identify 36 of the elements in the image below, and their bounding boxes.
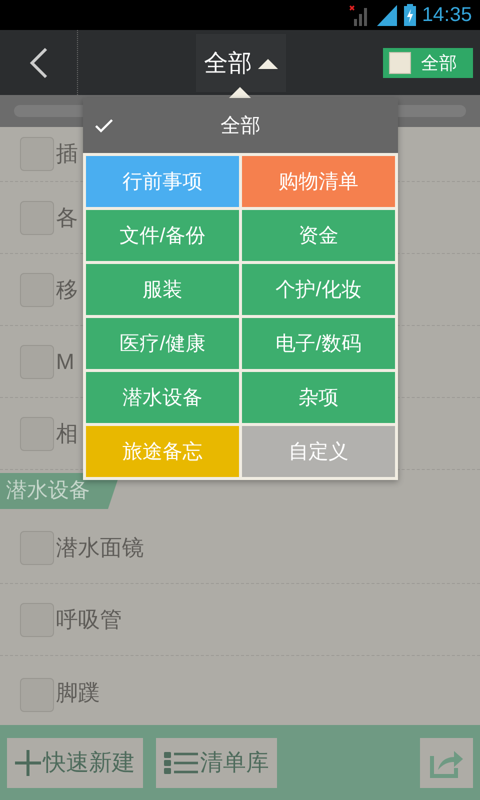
list-icon [164, 752, 198, 774]
category-option[interactable]: 自定义 [242, 426, 395, 477]
checkmark-icon [95, 118, 113, 132]
plus-icon [15, 750, 41, 776]
category-option[interactable]: 资金 [242, 210, 395, 261]
item-label: 呼吸管 [56, 606, 122, 634]
share-button[interactable] [420, 738, 473, 788]
all-categories-option[interactable]: 全部 [83, 98, 398, 153]
caret-up-icon [258, 56, 278, 68]
category-option[interactable]: 医疗/健康 [86, 318, 239, 369]
quick-add-button[interactable]: 快速新建 [7, 738, 143, 788]
category-option[interactable]: 个护/化妆 [242, 264, 395, 315]
category-option[interactable]: 购物清单 [242, 156, 395, 207]
category-option[interactable]: 服装 [86, 264, 239, 315]
select-all-toggle[interactable]: 全部 [383, 48, 473, 78]
clock-time: 14:35 [422, 4, 472, 26]
back-icon [30, 48, 48, 78]
section-header: 潜水设备 [0, 473, 120, 509]
category-option[interactable]: 电子/数码 [242, 318, 395, 369]
category-option[interactable]: 文件/备份 [86, 210, 239, 261]
category-option[interactable]: 潜水设备 [86, 372, 239, 423]
item-label: 相 [56, 420, 78, 448]
category-option[interactable]: 行前事项 [86, 156, 239, 207]
category-dropdown[interactable]: 全部 [196, 34, 286, 92]
signal-icon [376, 4, 398, 26]
item-label: M [56, 348, 74, 374]
item-label: 各 [56, 204, 78, 232]
category-option[interactable]: 杂项 [242, 372, 395, 423]
item-label: 潜水面镜 [56, 534, 144, 562]
popup-pointer [229, 87, 251, 98]
item-label: 插 [56, 140, 78, 168]
category-option[interactable]: 旅途备忘 [86, 426, 239, 477]
list-library-button[interactable]: 清单库 [156, 738, 277, 788]
item-label: 移 [56, 276, 78, 304]
battery-charging-icon [404, 4, 416, 26]
item-label: 脚蹼 [56, 679, 100, 707]
